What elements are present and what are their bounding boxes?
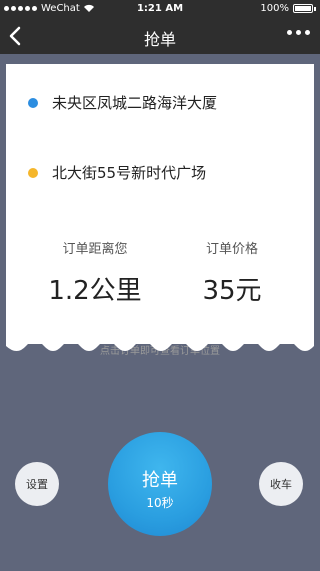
- nav-bar: 抢单: [0, 18, 320, 54]
- battery-info: 100%: [260, 3, 316, 14]
- finish-button[interactable]: 收车: [259, 462, 303, 506]
- grab-label: 抢单: [142, 470, 178, 491]
- order-card[interactable]: 未央区凤城二路海洋大厦 北大街55号新时代广场 订单距离您 1.2公里 订单价格…: [6, 64, 314, 357]
- card-wave-edge: [6, 338, 314, 351]
- more-icon[interactable]: [287, 30, 310, 35]
- end-point-icon: [28, 167, 38, 178]
- page-title: 抢单: [143, 30, 176, 49]
- countdown-label: 10秒: [146, 496, 174, 510]
- battery-percent: 100%: [260, 3, 289, 14]
- battery-icon: [293, 4, 313, 13]
- distance-value: 1.2公里: [48, 276, 142, 306]
- end-address-row: 北大街55号新时代广场: [28, 162, 206, 183]
- settings-button[interactable]: 设置: [15, 462, 59, 506]
- price-label: 订单价格: [205, 242, 258, 257]
- status-bar: WeChat 1:21 AM 100%: [0, 0, 320, 18]
- price-value: 35元: [202, 276, 262, 306]
- start-point-icon: [28, 97, 38, 108]
- end-address: 北大街55号新时代广场: [52, 164, 207, 182]
- start-address: 未央区凤城二路海洋大厦: [52, 94, 218, 112]
- distance-label: 订单距离您: [62, 242, 128, 257]
- start-address-row: 未央区凤城二路海洋大厦: [28, 92, 217, 113]
- grab-order-button[interactable]: 抢单 10秒: [108, 432, 212, 536]
